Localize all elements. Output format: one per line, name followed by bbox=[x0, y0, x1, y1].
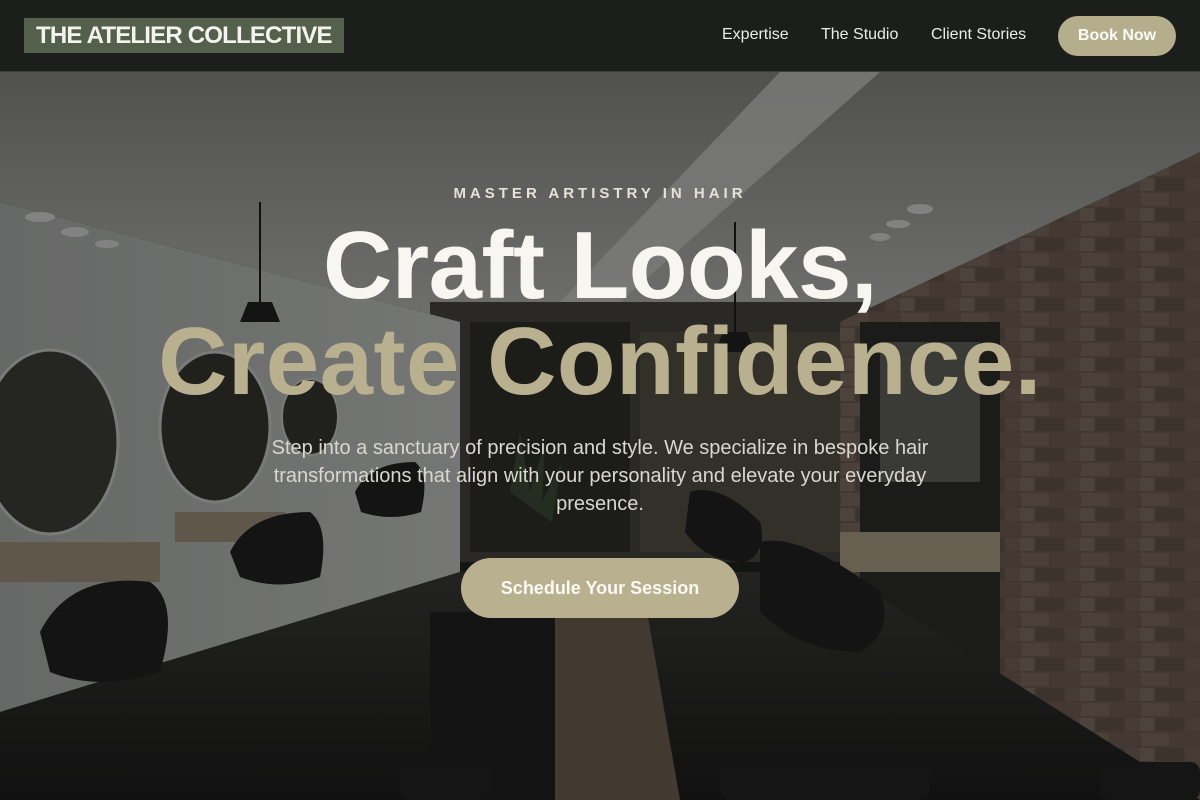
hero-headline-line2: Create Confidence. bbox=[158, 308, 1042, 415]
nav-link-client-stories[interactable]: Client Stories bbox=[931, 26, 1026, 44]
hero-subtext: Step into a sanctuary of precision and s… bbox=[271, 437, 929, 515]
hero-section: MASTER ARTISTRY IN HAIR Craft Looks, Cre… bbox=[0, 72, 1200, 800]
top-navigation-bar: THE ATELIER COLLECTIVE Expertise The Stu… bbox=[0, 0, 1200, 72]
hero-eyebrow: MASTER ARTISTRY IN HAIR bbox=[453, 185, 747, 202]
brand-logo[interactable]: THE ATELIER COLLECTIVE bbox=[24, 18, 344, 53]
hero-headline-line1: Craft Looks, bbox=[322, 212, 878, 319]
nav-link-expertise[interactable]: Expertise bbox=[722, 26, 789, 44]
schedule-session-button[interactable]: Schedule Your Session bbox=[461, 558, 739, 618]
book-now-button[interactable]: Book Now bbox=[1058, 16, 1176, 56]
nav-link-the-studio[interactable]: The Studio bbox=[821, 26, 898, 44]
